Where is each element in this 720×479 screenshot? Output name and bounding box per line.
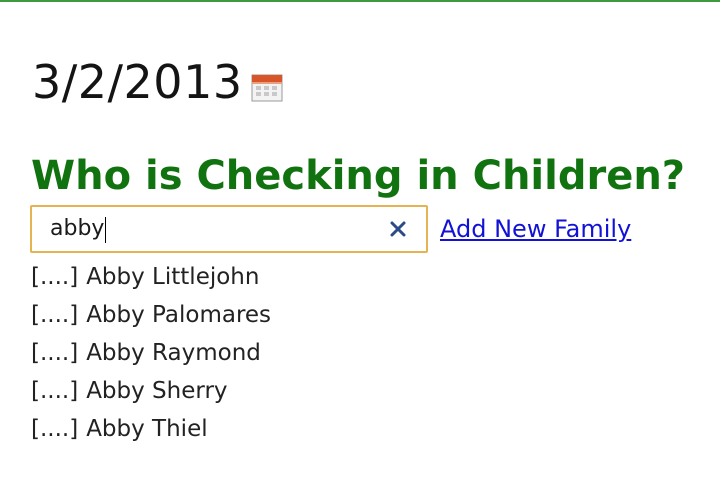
search-result-item[interactable]: [....] Abby Thiel [31,410,271,448]
search-results-list: [....] Abby Littlejohn [....] Abby Palomare… [31,258,271,448]
search-result-item[interactable]: [....] Abby Palomares [31,296,271,334]
result-prefix: [....] [31,264,79,290]
result-name: Abby Thiel [86,416,208,442]
top-border [0,0,720,2]
result-name: Abby Palomares [86,302,272,328]
result-prefix: [....] [31,340,79,366]
result-prefix: [....] [31,416,79,442]
search-result-item[interactable]: [....] Abby Raymond [31,334,271,372]
date-row: 3/2/2013 [32,52,283,112]
result-prefix: [....] [31,378,79,404]
search-result-item[interactable]: [....] Abby Littlejohn [31,258,271,296]
calendar-icon[interactable] [251,72,283,102]
result-prefix: [....] [31,302,79,328]
search-result-item[interactable]: [....] Abby Sherry [31,372,271,410]
result-name: Abby Sherry [86,378,228,404]
family-search-box[interactable] [30,205,428,253]
date-display: 3/2/2013 [32,55,243,109]
close-icon[interactable] [388,219,408,239]
add-new-family-link[interactable]: Add New Family [440,213,631,245]
text-caret [105,217,107,243]
result-name: Abby Littlejohn [86,264,260,290]
page-title: Who is Checking in Children? [31,153,686,199]
family-search-input[interactable] [50,207,370,251]
result-name: Abby Raymond [86,340,261,366]
